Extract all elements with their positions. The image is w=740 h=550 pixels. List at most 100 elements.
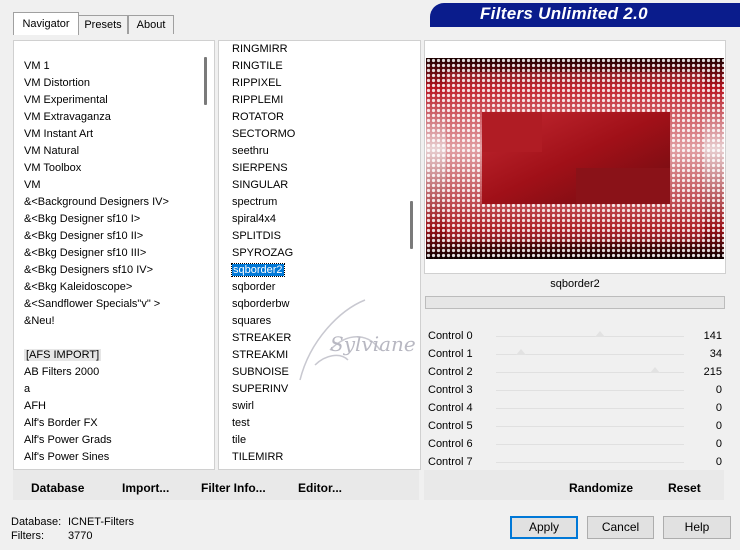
filter-item[interactable]: RINGMIRR (219, 41, 408, 58)
category-item[interactable] (14, 330, 202, 347)
control-slider[interactable]: Control 3 0 (426, 382, 724, 399)
category-item[interactable]: VM Instant Art (14, 126, 202, 143)
filter-list[interactable]: RINGMIRR RINGTILE RIPPIXEL RIPPLEMI ROTATOR S… (218, 40, 421, 470)
filter-item[interactable]: sqborder2 (219, 262, 408, 279)
slider-track[interactable] (496, 408, 684, 409)
randomize-button[interactable]: Randomize (569, 480, 633, 496)
filter-item[interactable]: tile (219, 432, 408, 449)
category-scrollbar[interactable] (204, 57, 207, 105)
category-item[interactable]: &Neu! (14, 313, 202, 330)
slider-track[interactable] (496, 462, 684, 463)
category-item[interactable]: &<Bkg Designer sf10 II> (14, 228, 202, 245)
category-item-label: a (24, 383, 31, 395)
filter-item-label: spiral4x4 (232, 213, 277, 225)
filter-item[interactable]: TILEMIRR (219, 449, 408, 466)
editor-button[interactable]: Editor... (298, 480, 342, 496)
category-item-label: VM Natural (24, 145, 80, 157)
filter-item[interactable]: sqborderbw (219, 296, 408, 313)
category-item[interactable]: [AFS IMPORT] (14, 347, 202, 364)
category-item[interactable]: VM (14, 177, 202, 194)
filter-item[interactable]: SPYROZAG (219, 245, 408, 262)
slider-thumb[interactable] (594, 331, 605, 337)
filter-item-label: RIPPLEMI (232, 94, 284, 106)
filter-item[interactable]: squares (219, 313, 408, 330)
filter-item[interactable]: STREAKMI (219, 347, 408, 364)
control-slider[interactable]: Control 1 34 (426, 346, 724, 363)
help-button[interactable]: Help (663, 516, 731, 539)
apply-button[interactable]: Apply (510, 516, 578, 539)
filter-item[interactable]: SINGULAR (219, 177, 408, 194)
control-label: Control 6 (428, 438, 473, 450)
slider-track[interactable] (496, 444, 684, 445)
category-item[interactable]: VM Natural (14, 143, 202, 160)
category-item[interactable]: AFH (14, 398, 202, 415)
category-item[interactable]: VM Extravaganza (14, 109, 202, 126)
filter-item[interactable]: SECTORMO (219, 126, 408, 143)
filter-item[interactable]: spectrum (219, 194, 408, 211)
category-list[interactable]: VM 1 VM Distortion VM Experimental VM Extra… (13, 40, 215, 470)
filter-item[interactable]: SUPERINV (219, 381, 408, 398)
title-banner: Filters Unlimited 2.0 (430, 3, 740, 27)
control-slider[interactable]: Control 0 141 (426, 328, 724, 345)
category-item-label: VM Extravaganza (24, 111, 111, 123)
category-item[interactable]: &<Bkg Designer sf10 III> (14, 245, 202, 262)
slider-track[interactable] (496, 349, 684, 355)
slider-thumb[interactable] (649, 367, 660, 373)
category-item-label: &<Bkg Designer sf10 II> (24, 230, 144, 242)
filter-item-label: SINGULAR (232, 179, 289, 191)
reset-button[interactable]: Reset (668, 480, 701, 496)
slider-track[interactable] (496, 426, 684, 427)
control-slider[interactable]: Control 5 0 (426, 418, 724, 435)
control-slider[interactable]: Control 6 0 (426, 436, 724, 453)
category-item[interactable]: &<Bkg Kaleidoscope> (14, 279, 202, 296)
category-item[interactable]: VM Toolbox (14, 160, 202, 177)
slider-track[interactable] (496, 367, 684, 373)
filter-item[interactable]: seethru (219, 143, 408, 160)
filter-item[interactable]: test (219, 415, 408, 432)
filter-item[interactable]: RINGTILE (219, 58, 408, 75)
filter-item[interactable]: STREAKER (219, 330, 408, 347)
filter-item[interactable]: SUBNOISE (219, 364, 408, 381)
filter-scrollbar[interactable] (410, 201, 413, 249)
category-item-label: Alf's Power Sines (24, 451, 110, 463)
import-button[interactable]: Import... (122, 480, 169, 496)
control-label: Control 2 (428, 366, 473, 378)
slider-track[interactable] (496, 331, 684, 337)
category-item[interactable]: AB Filters 2000 (14, 364, 202, 381)
tab-presets[interactable]: Presets (78, 15, 128, 34)
filter-item[interactable]: SIERPENS (219, 160, 408, 177)
control-slider[interactable]: Control 7 0 (426, 454, 724, 471)
filter-item[interactable]: RIPPIXEL (219, 75, 408, 92)
filter-item[interactable]: RIPPLEMI (219, 92, 408, 109)
cancel-button[interactable]: Cancel (587, 516, 654, 539)
control-slider[interactable]: Control 2 215 (426, 364, 724, 381)
filter-item[interactable]: SPLITDIS (219, 228, 408, 245)
category-item[interactable]: Alf's Power Sines (14, 449, 202, 466)
control-value: 0 (715, 456, 722, 468)
filter-item[interactable]: sqborder (219, 279, 408, 296)
control-slider[interactable]: Control 4 0 (426, 400, 724, 417)
filter-item[interactable]: swirl (219, 398, 408, 415)
category-item[interactable]: &<Bkg Designer sf10 I> (14, 211, 202, 228)
tab-navigator[interactable]: Navigator (13, 12, 79, 35)
control-value: 141 (703, 330, 722, 342)
slider-track[interactable] (496, 390, 684, 391)
category-item[interactable]: &<Bkg Designers sf10 IV> (14, 262, 202, 279)
category-item[interactable]: &<Background Designers IV> (14, 194, 202, 211)
category-item-label: VM Distortion (24, 77, 91, 89)
tab-about[interactable]: About (128, 15, 174, 34)
filter-item[interactable]: ROTATOR (219, 109, 408, 126)
category-item[interactable]: Alf's Power Grads (14, 432, 202, 449)
control-label: Control 7 (428, 456, 473, 468)
category-item[interactable]: VM Experimental (14, 92, 202, 109)
database-button[interactable]: Database (31, 480, 84, 496)
filter-info-button[interactable]: Filter Info... (201, 480, 266, 496)
filter-item-label: SPLITDIS (232, 230, 281, 242)
slider-thumb[interactable] (516, 349, 527, 355)
category-item[interactable]: &<Sandflower Specials"v" > (14, 296, 202, 313)
category-item[interactable]: Alf's Border FX (14, 415, 202, 432)
category-item[interactable]: VM 1 (14, 58, 202, 75)
category-item[interactable]: a (14, 381, 202, 398)
filter-item[interactable]: spiral4x4 (219, 211, 408, 228)
category-item[interactable]: VM Distortion (14, 75, 202, 92)
